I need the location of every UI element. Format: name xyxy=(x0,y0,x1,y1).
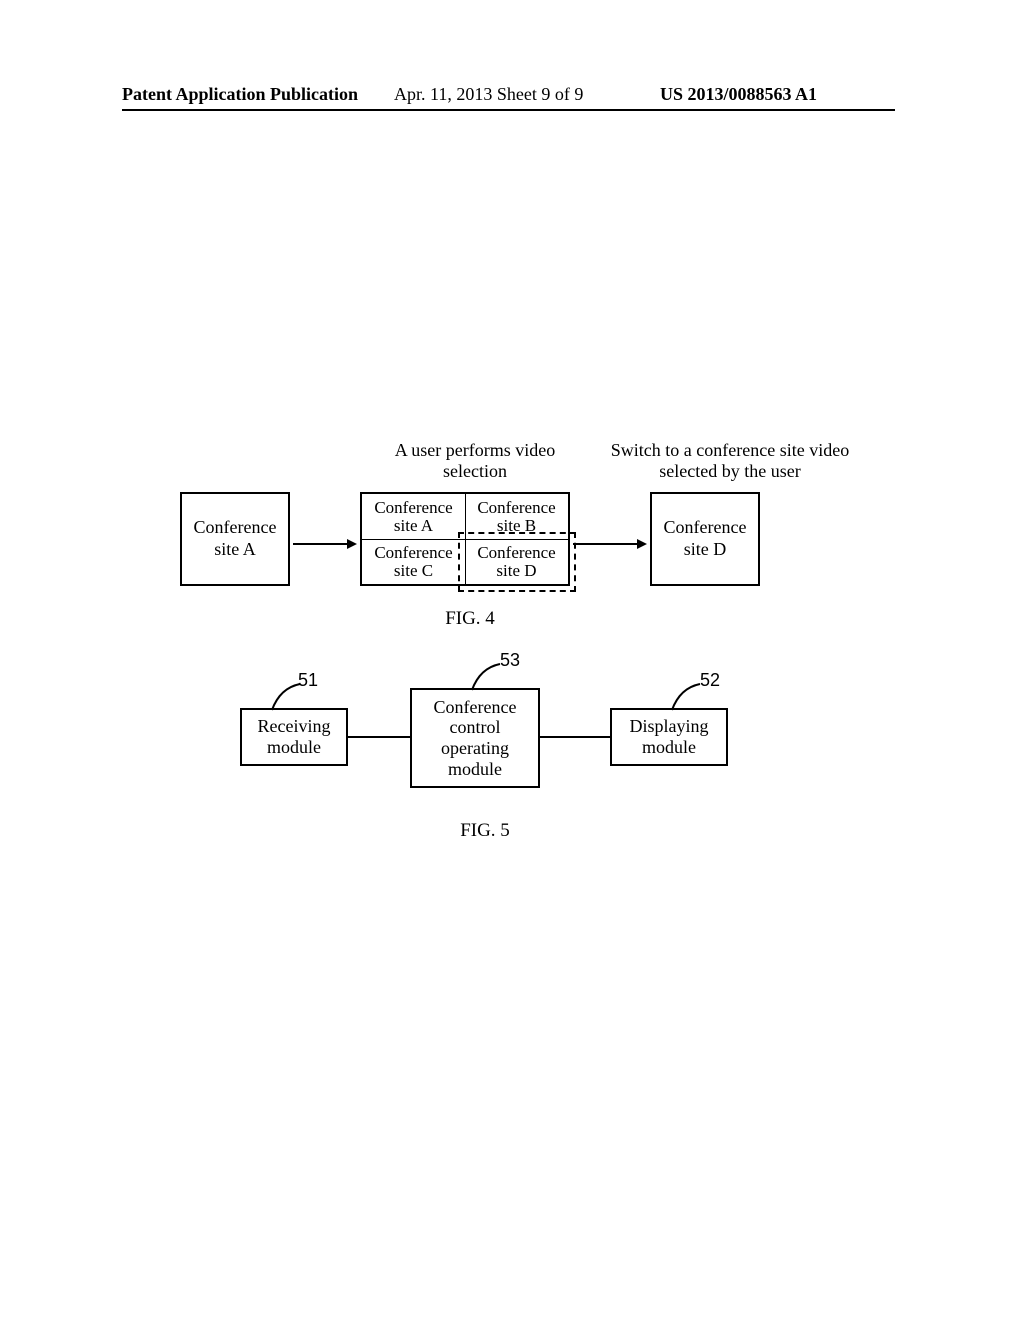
pub-type: Patent Application Publication xyxy=(122,84,358,105)
fig4-label-user-selects: A user performs video selection xyxy=(390,440,560,481)
fig4-cell-b: Conference site B xyxy=(465,494,568,539)
fig5-conference-control-operating-module: Conference control operating module xyxy=(410,688,540,788)
arrow-icon xyxy=(573,538,647,550)
fig5-ref-52: 52 xyxy=(700,670,720,691)
pub-number: US 2013/0088563 A1 xyxy=(660,84,817,105)
date-sheet: Apr. 11, 2013 Sheet 9 of 9 xyxy=(394,84,583,105)
lead-line-icon xyxy=(670,680,704,714)
fig4-box-conference-a: Conference site A xyxy=(180,492,290,586)
fig5-ref-53: 53 xyxy=(500,650,520,671)
fig4-multi-view: Conference site A Conference site B Conf… xyxy=(360,492,570,586)
fig5-ref-51: 51 xyxy=(298,670,318,691)
arrow-icon xyxy=(293,538,357,550)
fig4-cell-c: Conference site C xyxy=(362,539,465,584)
fig4-caption: FIG. 4 xyxy=(180,608,760,630)
connector-line xyxy=(540,736,610,738)
lead-line-icon xyxy=(470,660,504,694)
fig4-cell-d: Conference site D xyxy=(465,539,568,584)
fig5-receiving-module: Receiving module xyxy=(240,708,348,766)
figure-5: Receiving module Conference control oper… xyxy=(240,660,780,840)
fig4-label-switch: Switch to a conference site video select… xyxy=(600,440,860,481)
fig5-displaying-module: Displaying module xyxy=(610,708,728,766)
connector-line xyxy=(348,736,410,738)
header-rule xyxy=(122,109,895,111)
fig4-box-conference-d: Conference site D xyxy=(650,492,760,586)
fig4-cell-a: Conference site A xyxy=(362,494,465,539)
fig5-caption: FIG. 5 xyxy=(240,820,730,842)
